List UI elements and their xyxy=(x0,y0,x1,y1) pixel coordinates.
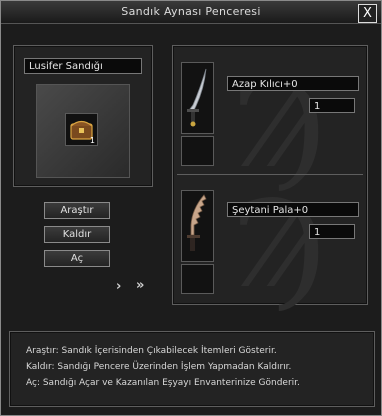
info-line: Araştır: Sandık İçerisinden Çıkabilecek … xyxy=(26,346,277,356)
info-panel: Araştır: Sandık İçerisinden Çıkabilecek … xyxy=(9,331,375,407)
sword-icon xyxy=(187,68,207,127)
chest-count: 1 xyxy=(89,136,95,145)
item-slot[interactable] xyxy=(181,190,214,262)
info-line: Kaldır: Sandığı Pencere Üzerinden İşlem … xyxy=(26,362,292,372)
title-bar[interactable]: Sandık Aynası Penceresi X xyxy=(1,1,381,24)
search-button[interactable]: Araştır xyxy=(44,202,110,219)
item-slot[interactable] xyxy=(181,62,214,134)
item-slot[interactable] xyxy=(181,136,214,166)
items-panel: Ϡ Ϡ Azap Kılıcı+0 1 Şeytani Pala+0 1 xyxy=(172,45,368,306)
item-name-field: Şeytani Pala+0 xyxy=(227,202,359,217)
open-button[interactable]: Aç xyxy=(44,250,110,267)
info-line: Aç: Sandığı Açar ve Kazanılan Eşyayı Env… xyxy=(26,378,300,388)
next-double-arrow-icon[interactable]: » xyxy=(136,278,144,293)
chest-panel: Lusifer Sandığı 1 xyxy=(13,45,153,187)
item-quantity-field[interactable]: 1 xyxy=(309,98,355,113)
item-slot[interactable] xyxy=(181,264,214,294)
remove-button[interactable]: Kaldır xyxy=(44,226,110,243)
item-name-field: Azap Kılıcı+0 xyxy=(227,76,359,91)
chest-slot[interactable]: 1 xyxy=(65,113,98,146)
item-row: Şeytani Pala+0 1 xyxy=(177,180,363,300)
serrated-blade-icon xyxy=(187,194,207,251)
item-row: Azap Kılıcı+0 1 xyxy=(177,50,363,175)
chest-name-field: Lusifer Sandığı xyxy=(24,58,142,74)
window-title: Sandık Aynası Penceresi xyxy=(121,5,261,18)
close-button[interactable]: X xyxy=(358,4,377,23)
next-arrow-icon[interactable]: › xyxy=(116,279,121,294)
item-quantity-field[interactable]: 1 xyxy=(309,224,355,239)
chest-mirror-window: Sandık Aynası Penceresi X Lusifer Sandığ… xyxy=(0,0,382,416)
chest-preview: 1 xyxy=(36,84,130,178)
